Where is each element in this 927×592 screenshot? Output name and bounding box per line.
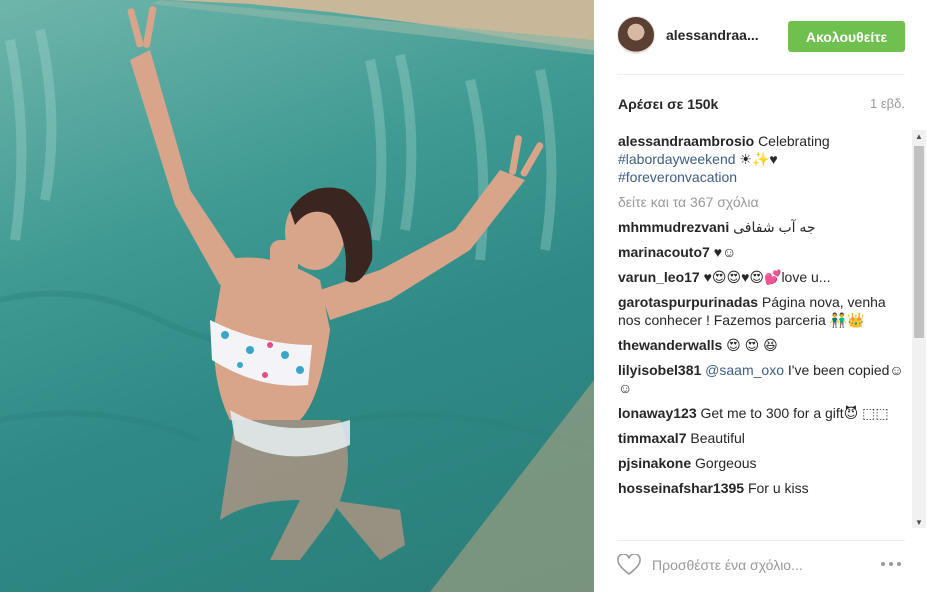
dot <box>881 562 885 566</box>
caption-text: Celebrating <box>758 133 830 149</box>
list-item: timmaxal7 Beautiful <box>618 429 904 447</box>
comment-text: 😍 😍 😆 <box>726 337 778 353</box>
caption-username[interactable]: alessandraambrosio <box>618 133 754 149</box>
post-header: alessandraa... Ακολουθείτε <box>594 0 927 74</box>
caption: alessandraambrosio Celebrating #laborday… <box>618 132 904 186</box>
header-divider <box>617 74 905 75</box>
comment-username[interactable]: varun_leo17 <box>618 269 700 285</box>
comment-username[interactable]: timmaxal7 <box>618 430 686 446</box>
comment-username[interactable]: mhmmudrezvani <box>618 219 729 235</box>
mention-link[interactable]: @saam_oxo <box>705 362 784 378</box>
post-side-panel: alessandraa... Ακολουθείτε Αρέσει σε 150… <box>594 0 927 592</box>
add-comment-input[interactable] <box>652 552 872 578</box>
list-item: lilyisobel381 @saam_oxo I've been copied… <box>618 361 904 397</box>
load-more-comments-link[interactable]: δείτε και τα 367 σχόλια <box>618 193 904 211</box>
list-item: mhmmudrezvani جه آب شفافی <box>618 218 904 236</box>
comment-text: Get me to 300 for a gift😈 ⬚⬚ <box>700 405 889 421</box>
comment-username[interactable]: thewanderwalls <box>618 337 722 353</box>
list-item: thewanderwalls 😍 😍 😆 <box>618 336 904 354</box>
comment-username[interactable]: marinacouto7 <box>618 244 710 260</box>
comment-username[interactable]: hosseinafshar1395 <box>618 480 744 496</box>
dot <box>897 562 901 566</box>
following-button[interactable]: Ακολουθείτε <box>788 21 905 52</box>
comment-username[interactable]: lonaway123 <box>618 405 697 421</box>
comments-list[interactable]: alessandraambrosio Celebrating #laborday… <box>618 132 904 530</box>
comment-text: ♥😍😍♥😍💕love u... <box>703 269 831 285</box>
comment-text: For u kiss <box>747 480 809 496</box>
heart-outline-icon[interactable] <box>617 554 641 576</box>
comments-scrollbar[interactable]: ▲ ▼ <box>912 130 926 528</box>
comment-text: Gorgeous <box>695 455 757 471</box>
list-item: garotaspurpurinadas Página nova, venha n… <box>618 293 904 329</box>
list-item: varun_leo17 ♥😍😍♥😍💕love u... <box>618 268 904 286</box>
list-item: marinacouto7 ♥☺ <box>618 243 904 261</box>
comment-text: Beautiful <box>690 430 745 446</box>
caption-emoji: ☀✨♥ <box>739 151 778 167</box>
comment-username[interactable]: garotaspurpurinadas <box>618 294 758 310</box>
scroll-thumb[interactable] <box>914 146 924 338</box>
dot <box>889 562 893 566</box>
comment-username[interactable]: lilyisobel381 <box>618 362 701 378</box>
scroll-up-arrow-icon[interactable]: ▲ <box>912 130 926 142</box>
list-item: lonaway123 Get me to 300 for a gift😈 ⬚⬚ <box>618 404 904 422</box>
post-age[interactable]: 1 εβδ. <box>870 96 905 111</box>
list-item: pjsinakone Gorgeous <box>618 454 904 472</box>
scroll-down-arrow-icon[interactable]: ▼ <box>912 516 926 528</box>
avatar[interactable] <box>617 16 655 54</box>
post-photo[interactable] <box>0 0 594 592</box>
post-footer <box>594 540 927 592</box>
comment-text: جه آب شفافی <box>733 219 816 235</box>
list-item: hosseinafshar1395 For u kiss <box>618 479 904 497</box>
hashtag-link[interactable]: #foreveronvacation <box>618 169 737 185</box>
more-options-icon[interactable] <box>881 559 905 569</box>
pool-scene <box>0 0 594 592</box>
comment-text: ♥☺ <box>713 244 737 260</box>
likes-count[interactable]: Αρέσει σε 150k <box>618 96 718 112</box>
comment-username[interactable]: pjsinakone <box>618 455 691 471</box>
hashtag-link[interactable]: #labordayweekend <box>618 151 736 167</box>
username[interactable]: alessandraa... <box>666 27 759 43</box>
